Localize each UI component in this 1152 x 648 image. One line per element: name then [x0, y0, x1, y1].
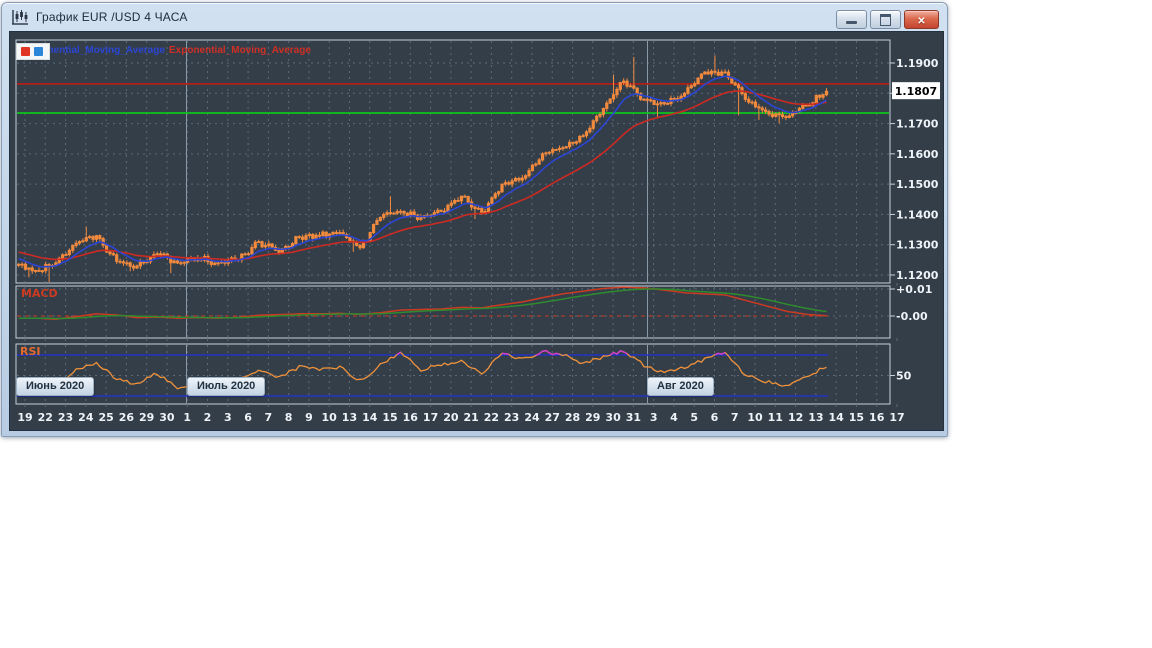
rsi-overbought-segment: [714, 351, 726, 356]
current-price-tag: 1.1807: [892, 82, 940, 100]
svg-text:6: 6: [711, 411, 719, 424]
svg-text:26: 26: [119, 411, 135, 424]
close-icon: [917, 11, 925, 29]
svg-text:2: 2: [204, 411, 212, 424]
candlesticks: [17, 55, 829, 282]
svg-text:13: 13: [808, 411, 823, 424]
ema-slow-legend-label: Exponential_Moving_Average: [169, 45, 311, 56]
svg-text:5: 5: [690, 411, 698, 424]
svg-text:16: 16: [869, 411, 885, 424]
rsi-overbought-segment: [501, 352, 509, 355]
svg-text:10: 10: [322, 411, 338, 424]
chart-canvas[interactable]: MACDRSI1.19001.17001.16001.15001.14001.1…: [10, 32, 943, 430]
svg-text:29: 29: [139, 411, 154, 424]
chart-client-area: MACD RSI 1.1900 1.1700 1.1600 1.1500 1.1400 1.1…: [9, 31, 944, 431]
svg-text:14: 14: [362, 411, 378, 424]
svg-text:3: 3: [650, 411, 658, 424]
desktop-background: { "window": { "title": "График EUR /USD …: [0, 0, 1152, 648]
ema-fast-line: [18, 75, 827, 268]
svg-text:12: 12: [788, 411, 803, 424]
svg-text:21: 21: [463, 411, 478, 424]
legend-color-chips: [16, 43, 50, 60]
svg-text:24: 24: [78, 411, 94, 424]
time-axis: 19 22 23 24 25 26 29 30 1 2 3 6 7 8 9 10 13 14 15 16 17 20 21 2…: [17, 411, 904, 424]
svg-text:+0.01: +0.01: [896, 283, 932, 296]
svg-text:1.1807: 1.1807: [895, 85, 937, 98]
svg-text:MACD: MACD: [21, 287, 58, 300]
ema-slow-line: [18, 90, 827, 261]
chart-window: График EUR /USD 4 ЧАСА MACD RSI 1.1900 1.17…: [1, 2, 948, 437]
svg-text:27: 27: [545, 411, 560, 424]
close-button[interactable]: [904, 10, 939, 29]
svg-text:29: 29: [585, 411, 600, 424]
svg-text:9: 9: [305, 411, 313, 424]
svg-text:1.1400: 1.1400: [896, 208, 939, 221]
svg-text:-0.00: -0.00: [896, 310, 928, 323]
ema-slow-color-chip: [21, 47, 30, 56]
ema-fast-color-chip: [34, 47, 43, 56]
svg-text:4: 4: [670, 411, 678, 424]
svg-text:1.1700: 1.1700: [896, 118, 939, 131]
window-title: График EUR /USD 4 ЧАСА: [36, 9, 188, 24]
svg-text:30: 30: [605, 411, 621, 424]
svg-text:11: 11: [768, 411, 783, 424]
svg-text:20: 20: [443, 411, 459, 424]
window-controls: [836, 10, 939, 29]
svg-text:1.1200: 1.1200: [896, 269, 939, 282]
svg-text:1.1300: 1.1300: [896, 239, 939, 252]
svg-text:15: 15: [849, 411, 864, 424]
svg-text:22: 22: [484, 411, 499, 424]
price-axis: 1.1900 1.1700 1.1600 1.1500 1.1400 1.1300 1.12…: [890, 57, 939, 383]
svg-text:31: 31: [626, 411, 641, 424]
svg-text:17: 17: [423, 411, 438, 424]
svg-text:25: 25: [98, 411, 113, 424]
svg-text:28: 28: [565, 411, 580, 424]
window-titlebar[interactable]: График EUR /USD 4 ЧАСА: [2, 3, 947, 30]
svg-text:6: 6: [244, 411, 252, 424]
month-label-june: Июнь 2020: [16, 377, 95, 396]
panel-titles: MACD RSI: [20, 287, 58, 358]
restore-icon: [880, 13, 891, 26]
minimize-button[interactable]: [836, 10, 867, 29]
svg-text:10: 10: [747, 411, 763, 424]
restore-button[interactable]: [870, 10, 901, 29]
month-label-august: Авг 2020: [647, 377, 714, 396]
svg-text:1.1900: 1.1900: [896, 57, 939, 70]
svg-text:14: 14: [829, 411, 845, 424]
rsi-overbought-segment: [396, 351, 402, 356]
candlestick-chart-icon: [11, 9, 29, 25]
month-separators: [186, 41, 648, 403]
month-label-july: Июль 2020: [187, 377, 266, 396]
svg-text:13: 13: [342, 411, 357, 424]
svg-text:19: 19: [17, 411, 32, 424]
svg-text:RSI: RSI: [20, 345, 41, 358]
svg-text:1: 1: [183, 411, 191, 424]
minimize-icon: [846, 21, 857, 24]
svg-text:30: 30: [159, 411, 175, 424]
svg-text:23: 23: [58, 411, 73, 424]
svg-text:50: 50: [896, 370, 912, 383]
svg-text:3: 3: [224, 411, 232, 424]
svg-text:15: 15: [382, 411, 397, 424]
svg-text:17: 17: [889, 411, 904, 424]
svg-text:7: 7: [265, 411, 273, 424]
svg-text:16: 16: [403, 411, 419, 424]
svg-text:1.1500: 1.1500: [896, 178, 939, 191]
svg-text:7: 7: [731, 411, 739, 424]
svg-text:22: 22: [38, 411, 53, 424]
svg-text:8: 8: [285, 411, 293, 424]
svg-text:1.1600: 1.1600: [896, 148, 939, 161]
svg-text:23: 23: [504, 411, 519, 424]
svg-text:24: 24: [524, 411, 540, 424]
